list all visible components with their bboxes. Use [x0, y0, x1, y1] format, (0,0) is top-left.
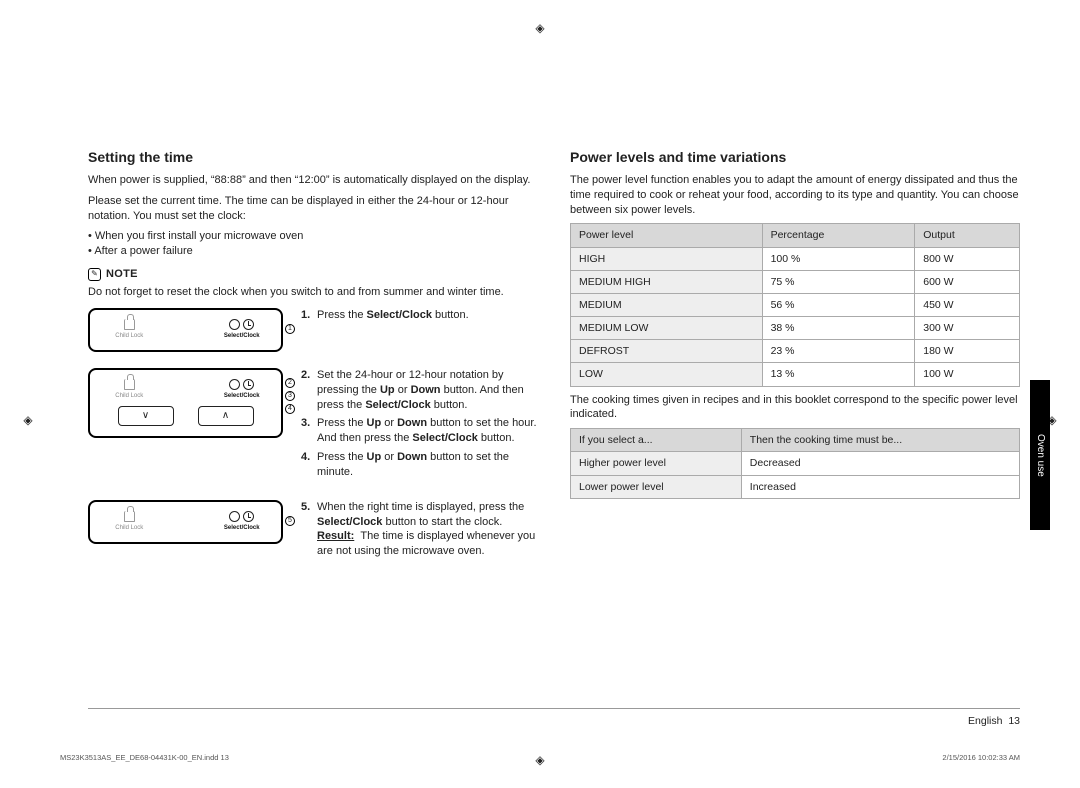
col-then-time: Then the cooking time must be... [741, 429, 1019, 452]
callout-2: 2 [285, 378, 295, 388]
select-clock-icon [234, 378, 250, 392]
control-panel-diagram-1: Child Lock Select/Clock 1 [88, 308, 283, 352]
page-footer: English 13 [88, 708, 1020, 728]
table-row: LOW13 %100 W [571, 363, 1020, 386]
note-text: Do not forget to reset the clock when yo… [88, 285, 538, 300]
section-heading-setting-time: Setting the time [88, 148, 538, 167]
footer-language: English [968, 715, 1002, 727]
table-row: MEDIUM LOW38 %300 W [571, 317, 1020, 340]
intro-text-1: When power is supplied, “88:88” and then… [88, 173, 538, 188]
lock-icon [121, 510, 137, 524]
select-clock-icon [234, 318, 250, 332]
bullet-install: When you first install your microwave ov… [88, 229, 538, 244]
bullet-power-failure: After a power failure [88, 244, 538, 259]
power-level-table: Power level Percentage Output HIGH100 %8… [570, 223, 1020, 386]
down-button-icon: ∨ [118, 406, 174, 426]
lock-icon [121, 318, 137, 332]
lock-icon [121, 378, 137, 392]
section-heading-power-levels: Power levels and time variations [570, 148, 1020, 167]
step-list-1: Press the Select/Clock button. [301, 308, 538, 327]
table-row: Higher power levelDecreased [571, 452, 1020, 475]
callout-4: 4 [285, 404, 295, 414]
step-1: Press the Select/Clock button. [301, 308, 538, 323]
col-output: Output [915, 224, 1020, 247]
table-row: MEDIUM56 %450 W [571, 293, 1020, 316]
up-button-icon: ∧ [198, 406, 254, 426]
cooking-times-note: The cooking times given in recipes and i… [570, 393, 1020, 423]
section-side-tab: Oven use [1030, 380, 1050, 530]
control-panel-diagram-3: Child Lock Select/Clock 5 [88, 500, 283, 544]
step-list-3: When the right time is displayed, press … [301, 500, 538, 563]
result-label: Result: [317, 530, 354, 542]
col-power-level: Power level [571, 224, 763, 247]
note-icon: ✎ [88, 268, 101, 281]
table-row: Lower power levelIncreased [571, 475, 1020, 498]
table-row: MEDIUM HIGH75 %600 W [571, 270, 1020, 293]
step-3: Press the Up or Down button to set the h… [301, 416, 538, 446]
table-row: HIGH100 %800 W [571, 247, 1020, 270]
step-5: When the right time is displayed, press … [301, 500, 538, 559]
footer-page-number: 13 [1008, 715, 1020, 727]
select-clock-icon [234, 510, 250, 524]
col-percentage: Percentage [762, 224, 915, 247]
control-panel-diagram-2: Child Lock Select/Clock ∨ ∧ 2 3 4 [88, 368, 283, 438]
note-header: ✎ NOTE [88, 267, 538, 282]
child-lock-label: Child Lock [115, 332, 143, 340]
callout-5: 5 [285, 516, 295, 526]
clock-set-situations: When you first install your microwave ov… [88, 229, 538, 259]
table-row: DEFROST23 %180 W [571, 340, 1020, 363]
col-if-select: If you select a... [571, 429, 742, 452]
indd-timestamp: 2/15/2016 10:02:33 AM [942, 753, 1020, 763]
step-2: Set the 24-hour or 12-hour notation by p… [301, 368, 538, 413]
step-list-2: Set the 24-hour or 12-hour notation by p… [301, 368, 538, 484]
intro-text-2: Please set the current time. The time ca… [88, 194, 538, 224]
left-column: Setting the time When power is supplied,… [88, 148, 538, 563]
callout-3: 3 [285, 391, 295, 401]
select-clock-label: Select/Clock [224, 332, 260, 340]
indd-filename: MS23K3513AS_EE_DE68-04431K-00_EN.indd 13 [60, 753, 229, 763]
right-column: Power levels and time variations The pow… [570, 148, 1020, 563]
callout-1: 1 [285, 324, 295, 334]
note-label: NOTE [106, 267, 138, 282]
step-4: Press the Up or Down button to set the m… [301, 450, 538, 480]
cooking-time-adjust-table: If you select a... Then the cooking time… [570, 428, 1020, 499]
print-metadata: MS23K3513AS_EE_DE68-04431K-00_EN.indd 13… [60, 753, 1020, 763]
power-intro-text: The power level function enables you to … [570, 173, 1020, 218]
